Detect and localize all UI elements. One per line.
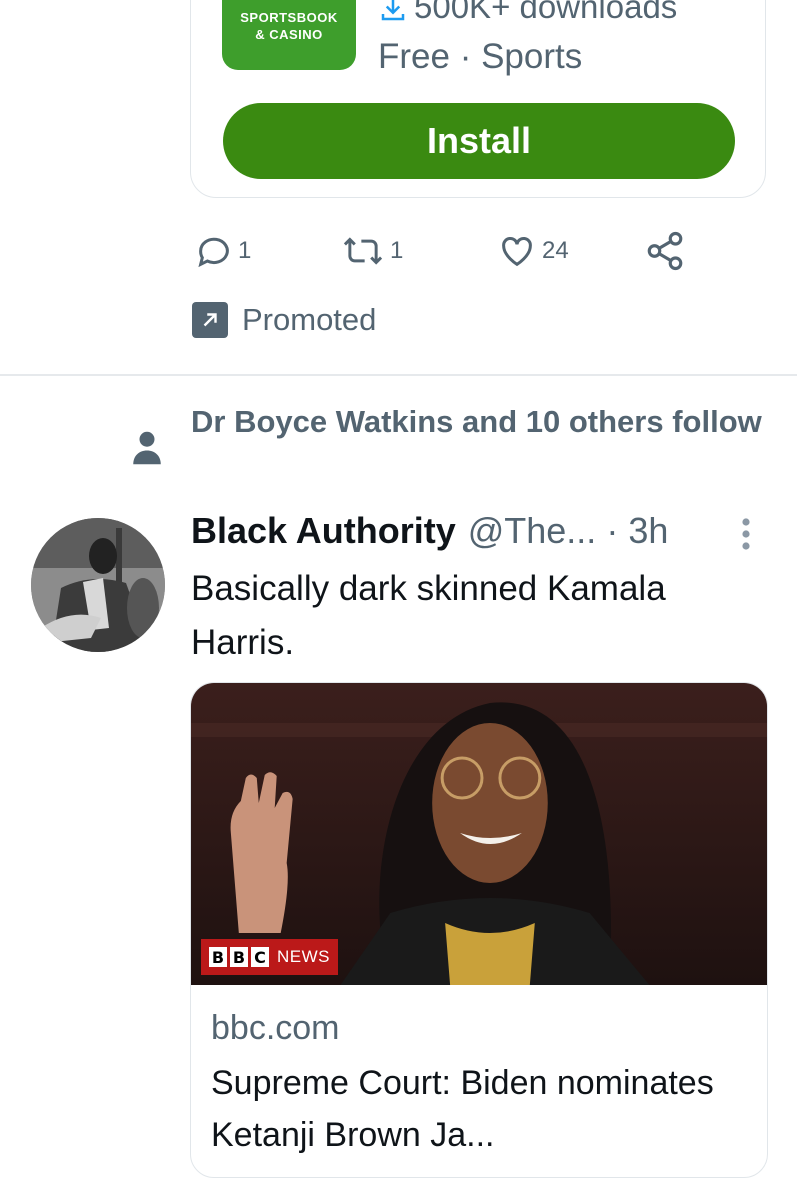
- promoted-text: Promoted: [242, 302, 377, 337]
- reply-count: 1: [238, 237, 252, 264]
- person-icon: [132, 430, 162, 471]
- like-count: 24: [542, 237, 569, 264]
- link-preview-card[interactable]: B B C NEWS bbc.com Supreme Court: Biden …: [190, 682, 768, 1178]
- feed-divider: [0, 374, 797, 376]
- reply-action[interactable]: 1: [194, 228, 251, 274]
- bbc-news-badge: B B C NEWS: [201, 939, 338, 975]
- reply-icon: [198, 237, 229, 268]
- downloads-label: 500K+ downloads: [414, 0, 678, 25]
- bbc-news-text: NEWS: [277, 947, 330, 966]
- like-action[interactable]: 24: [496, 228, 569, 274]
- separator-dot: ·: [606, 510, 619, 551]
- retweet-count: 1: [390, 237, 404, 264]
- link-domain: bbc.com: [211, 1009, 340, 1047]
- app-icon-line2: & CASINO: [255, 27, 323, 42]
- more-options-icon[interactable]: [736, 516, 756, 557]
- promoted-label: Promoted: [192, 302, 376, 338]
- tweet-time[interactable]: 3h: [628, 510, 668, 552]
- install-button[interactable]: Install: [223, 103, 735, 179]
- promoted-icon: [192, 302, 228, 338]
- tweet-header: Black Authority @The... · 3h: [191, 510, 668, 552]
- retweet-icon: [343, 237, 383, 265]
- downloads-count: 500K+ downloads: [378, 0, 677, 26]
- bbc-letter-1: B: [209, 947, 227, 967]
- retweet-action[interactable]: 1: [340, 228, 403, 274]
- bbc-letter-2: B: [230, 947, 248, 967]
- tweet-text: Basically dark skinned Kamala Harris.: [191, 569, 666, 662]
- app-icon[interactable]: D SPORTSBOOK & CASINO: [222, 0, 356, 70]
- author-name[interactable]: Black Authority: [191, 510, 456, 552]
- link-title: Supreme Court: Biden nominates Ketanji B…: [211, 1064, 714, 1154]
- app-meta: Free · Sports: [378, 37, 583, 76]
- bbc-letter-3: C: [251, 947, 269, 967]
- app-icon-line1: SPORTSBOOK: [240, 10, 338, 25]
- heart-icon: [502, 237, 532, 267]
- share-icon: [647, 231, 683, 271]
- avatar[interactable]: [31, 518, 165, 652]
- download-icon: [381, 0, 405, 21]
- share-action[interactable]: [644, 228, 690, 274]
- author-handle[interactable]: @The...: [468, 510, 597, 552]
- social-context[interactable]: Dr Boyce Watkins and 10 others follow: [191, 398, 771, 446]
